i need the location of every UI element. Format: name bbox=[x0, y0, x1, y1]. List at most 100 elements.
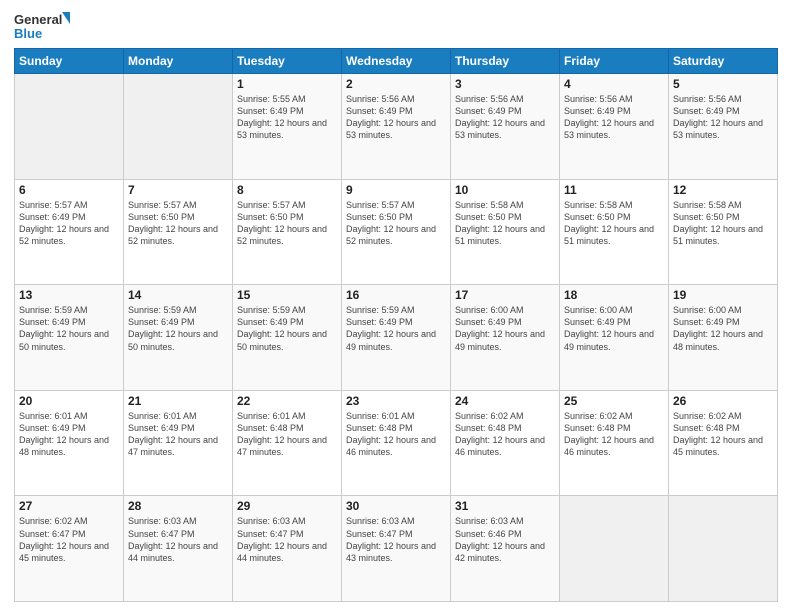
calendar-cell: 13 Sunrise: 5:59 AM Sunset: 6:49 PM Dayli… bbox=[15, 285, 124, 391]
calendar-cell: 19Sunrise: 6:00 AM Sunset: 6:49 PM Dayli… bbox=[669, 285, 778, 391]
logo: GeneralBlue bbox=[14, 10, 74, 42]
day-info: Sunrise: 5:59 AM Sunset: 6:49 PM Dayligh… bbox=[128, 304, 228, 353]
day-number: 23 bbox=[346, 394, 446, 408]
day-info: Sunrise: 5:59 AM Sunset: 6:49 PM Dayligh… bbox=[19, 304, 119, 353]
calendar-cell: 31Sunrise: 6:03 AM Sunset: 6:46 PM Dayli… bbox=[451, 496, 560, 602]
day-number: 18 bbox=[564, 288, 664, 302]
day-number: 6 bbox=[19, 183, 119, 197]
calendar-cell bbox=[560, 496, 669, 602]
day-number: 30 bbox=[346, 499, 446, 513]
day-info: Sunrise: 6:01 AM Sunset: 6:49 PM Dayligh… bbox=[128, 410, 228, 459]
calendar-cell: 10 Sunrise: 5:58 AM Sunset: 6:50 PM Dayli… bbox=[451, 179, 560, 285]
day-number: 28 bbox=[128, 499, 228, 513]
calendar-header-row: SundayMondayTuesdayWednesdayThursdayFrid… bbox=[15, 49, 778, 74]
day-number: 20 bbox=[19, 394, 119, 408]
calendar-cell: 29 Sunrise: 6:03 AM Sunset: 6:47 PM Dayli… bbox=[233, 496, 342, 602]
calendar-cell: 5 Sunrise: 5:56 AM Sunset: 6:49 PM Daylig… bbox=[669, 74, 778, 180]
day-number: 21 bbox=[128, 394, 228, 408]
calendar-cell: 11 Sunrise: 5:58 AM Sunset: 6:50 PM Dayli… bbox=[560, 179, 669, 285]
day-info: Sunrise: 5:56 AM Sunset: 6:49 PM Dayligh… bbox=[564, 93, 664, 142]
day-info: Sunrise: 5:59 AM Sunset: 6:49 PM Dayligh… bbox=[346, 304, 446, 353]
calendar-cell: 16 Sunrise: 5:59 AM Sunset: 6:49 PM Dayli… bbox=[342, 285, 451, 391]
calendar-cell: 26 Sunrise: 6:02 AM Sunset: 6:48 PM Dayli… bbox=[669, 390, 778, 496]
calendar-week-row: 27 Sunrise: 6:02 AM Sunset: 6:47 PM Dayli… bbox=[15, 496, 778, 602]
day-of-week-header: Thursday bbox=[451, 49, 560, 74]
day-number: 27 bbox=[19, 499, 119, 513]
day-info: Sunrise: 5:56 AM Sunset: 6:49 PM Dayligh… bbox=[455, 93, 555, 142]
calendar-cell: 28 Sunrise: 6:03 AM Sunset: 6:47 PM Dayli… bbox=[124, 496, 233, 602]
calendar-cell: 27 Sunrise: 6:02 AM Sunset: 6:47 PM Dayli… bbox=[15, 496, 124, 602]
logo-icon: GeneralBlue bbox=[14, 10, 74, 42]
calendar-cell: 23 Sunrise: 6:01 AM Sunset: 6:48 PM Dayli… bbox=[342, 390, 451, 496]
day-info: Sunrise: 6:03 AM Sunset: 6:47 PM Dayligh… bbox=[128, 515, 228, 564]
day-number: 2 bbox=[346, 77, 446, 91]
calendar-cell: 1 Sunrise: 5:55 AM Sunset: 6:49 PM Daylig… bbox=[233, 74, 342, 180]
day-info: Sunrise: 6:01 AM Sunset: 6:49 PM Dayligh… bbox=[19, 410, 119, 459]
day-number: 14 bbox=[128, 288, 228, 302]
calendar-cell: 9 Sunrise: 5:57 AM Sunset: 6:50 PM Daylig… bbox=[342, 179, 451, 285]
svg-text:General: General bbox=[14, 12, 62, 27]
calendar-cell: 20 Sunrise: 6:01 AM Sunset: 6:49 PM Dayli… bbox=[15, 390, 124, 496]
day-info: Sunrise: 6:02 AM Sunset: 6:48 PM Dayligh… bbox=[455, 410, 555, 459]
day-of-week-header: Friday bbox=[560, 49, 669, 74]
day-info: Sunrise: 5:55 AM Sunset: 6:49 PM Dayligh… bbox=[237, 93, 337, 142]
calendar-cell: 12Sunrise: 5:58 AM Sunset: 6:50 PM Dayli… bbox=[669, 179, 778, 285]
page-header: GeneralBlue bbox=[14, 10, 778, 42]
day-info: Sunrise: 6:02 AM Sunset: 6:47 PM Dayligh… bbox=[19, 515, 119, 564]
calendar-cell: 21 Sunrise: 6:01 AM Sunset: 6:49 PM Dayli… bbox=[124, 390, 233, 496]
day-info: Sunrise: 5:58 AM Sunset: 6:50 PM Dayligh… bbox=[455, 199, 555, 248]
day-number: 17 bbox=[455, 288, 555, 302]
day-number: 1 bbox=[237, 77, 337, 91]
day-info: Sunrise: 5:57 AM Sunset: 6:50 PM Dayligh… bbox=[237, 199, 337, 248]
calendar-week-row: 6 Sunrise: 5:57 AM Sunset: 6:49 PM Daylig… bbox=[15, 179, 778, 285]
day-of-week-header: Wednesday bbox=[342, 49, 451, 74]
day-number: 25 bbox=[564, 394, 664, 408]
calendar-cell: 22 Sunrise: 6:01 AM Sunset: 6:48 PM Dayli… bbox=[233, 390, 342, 496]
day-number: 7 bbox=[128, 183, 228, 197]
calendar-cell: 14 Sunrise: 5:59 AM Sunset: 6:49 PM Dayli… bbox=[124, 285, 233, 391]
calendar-cell: 30 Sunrise: 6:03 AM Sunset: 6:47 PM Dayli… bbox=[342, 496, 451, 602]
day-info: Sunrise: 5:57 AM Sunset: 6:49 PM Dayligh… bbox=[19, 199, 119, 248]
calendar-cell: 24Sunrise: 6:02 AM Sunset: 6:48 PM Dayli… bbox=[451, 390, 560, 496]
day-number: 10 bbox=[455, 183, 555, 197]
calendar-week-row: 20 Sunrise: 6:01 AM Sunset: 6:49 PM Dayli… bbox=[15, 390, 778, 496]
day-number: 16 bbox=[346, 288, 446, 302]
day-info: Sunrise: 5:56 AM Sunset: 6:49 PM Dayligh… bbox=[346, 93, 446, 142]
day-number: 11 bbox=[564, 183, 664, 197]
calendar-table: SundayMondayTuesdayWednesdayThursdayFrid… bbox=[14, 48, 778, 602]
svg-text:Blue: Blue bbox=[14, 26, 42, 41]
day-info: Sunrise: 6:00 AM Sunset: 6:49 PM Dayligh… bbox=[564, 304, 664, 353]
day-info: Sunrise: 5:56 AM Sunset: 6:49 PM Dayligh… bbox=[673, 93, 773, 142]
day-number: 8 bbox=[237, 183, 337, 197]
day-number: 9 bbox=[346, 183, 446, 197]
day-number: 5 bbox=[673, 77, 773, 91]
day-number: 22 bbox=[237, 394, 337, 408]
calendar-cell: 6 Sunrise: 5:57 AM Sunset: 6:49 PM Daylig… bbox=[15, 179, 124, 285]
day-number: 26 bbox=[673, 394, 773, 408]
calendar-cell: 8 Sunrise: 5:57 AM Sunset: 6:50 PM Daylig… bbox=[233, 179, 342, 285]
day-number: 29 bbox=[237, 499, 337, 513]
calendar-cell: 2 Sunrise: 5:56 AM Sunset: 6:49 PM Daylig… bbox=[342, 74, 451, 180]
day-info: Sunrise: 6:02 AM Sunset: 6:48 PM Dayligh… bbox=[673, 410, 773, 459]
day-info: Sunrise: 6:03 AM Sunset: 6:47 PM Dayligh… bbox=[237, 515, 337, 564]
day-number: 15 bbox=[237, 288, 337, 302]
day-info: Sunrise: 6:02 AM Sunset: 6:48 PM Dayligh… bbox=[564, 410, 664, 459]
day-of-week-header: Saturday bbox=[669, 49, 778, 74]
day-number: 19 bbox=[673, 288, 773, 302]
calendar-cell: 18 Sunrise: 6:00 AM Sunset: 6:49 PM Dayli… bbox=[560, 285, 669, 391]
day-info: Sunrise: 6:00 AM Sunset: 6:49 PM Dayligh… bbox=[455, 304, 555, 353]
calendar-cell: 17 Sunrise: 6:00 AM Sunset: 6:49 PM Dayli… bbox=[451, 285, 560, 391]
day-info: Sunrise: 6:01 AM Sunset: 6:48 PM Dayligh… bbox=[346, 410, 446, 459]
day-number: 31 bbox=[455, 499, 555, 513]
calendar-cell: 25 Sunrise: 6:02 AM Sunset: 6:48 PM Dayli… bbox=[560, 390, 669, 496]
day-info: Sunrise: 5:58 AM Sunset: 6:50 PM Dayligh… bbox=[564, 199, 664, 248]
calendar-cell: 4Sunrise: 5:56 AM Sunset: 6:49 PM Daylig… bbox=[560, 74, 669, 180]
day-info: Sunrise: 6:03 AM Sunset: 6:47 PM Dayligh… bbox=[346, 515, 446, 564]
calendar-cell bbox=[124, 74, 233, 180]
day-number: 13 bbox=[19, 288, 119, 302]
calendar-cell bbox=[15, 74, 124, 180]
day-info: Sunrise: 6:01 AM Sunset: 6:48 PM Dayligh… bbox=[237, 410, 337, 459]
day-of-week-header: Monday bbox=[124, 49, 233, 74]
calendar-cell bbox=[669, 496, 778, 602]
day-info: Sunrise: 5:57 AM Sunset: 6:50 PM Dayligh… bbox=[346, 199, 446, 248]
